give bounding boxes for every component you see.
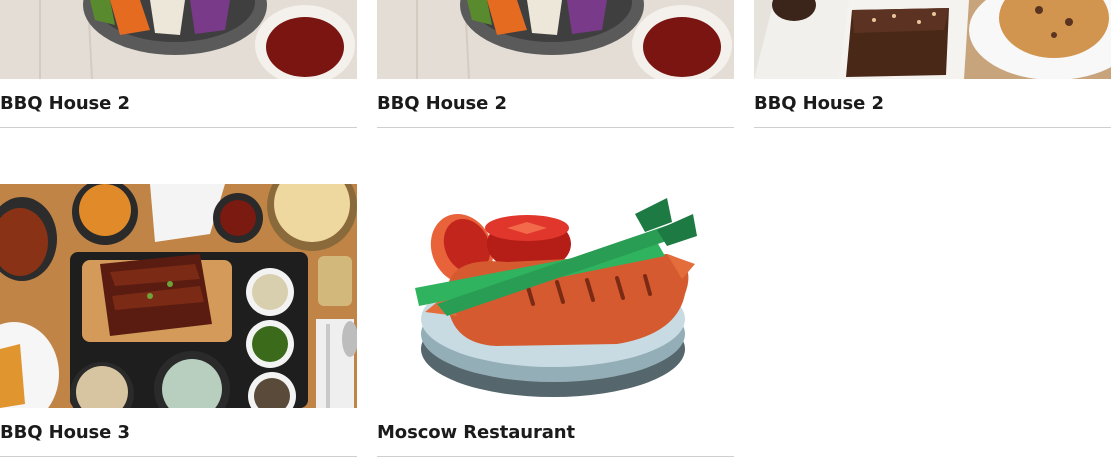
card-divider <box>0 127 357 128</box>
card-divider <box>377 127 734 128</box>
card-divider <box>754 127 1111 128</box>
restaurant-image[interactable] <box>0 0 357 79</box>
restaurant-card[interactable]: BBQ House 3 <box>0 184 357 457</box>
restaurant-image[interactable] <box>377 184 734 408</box>
card-divider <box>0 456 357 457</box>
restaurant-card[interactable]: BBQ House 2 <box>754 0 1111 128</box>
restaurant-name[interactable]: BBQ House 2 <box>377 93 507 114</box>
restaurant-name[interactable]: BBQ House 2 <box>0 93 130 114</box>
restaurant-card[interactable]: Moscow Restaurant <box>377 184 734 457</box>
restaurant-image[interactable] <box>754 0 1111 79</box>
restaurant-card[interactable]: BBQ House 2 <box>377 0 734 128</box>
restaurant-name[interactable]: BBQ House 2 <box>754 93 884 114</box>
restaurant-image[interactable] <box>377 0 734 79</box>
restaurant-name[interactable]: BBQ House 3 <box>0 422 130 443</box>
restaurant-name[interactable]: Moscow Restaurant <box>377 422 575 443</box>
restaurant-card[interactable]: BBQ House 2 <box>0 0 357 128</box>
restaurant-image[interactable] <box>0 184 357 408</box>
card-divider <box>377 456 734 457</box>
